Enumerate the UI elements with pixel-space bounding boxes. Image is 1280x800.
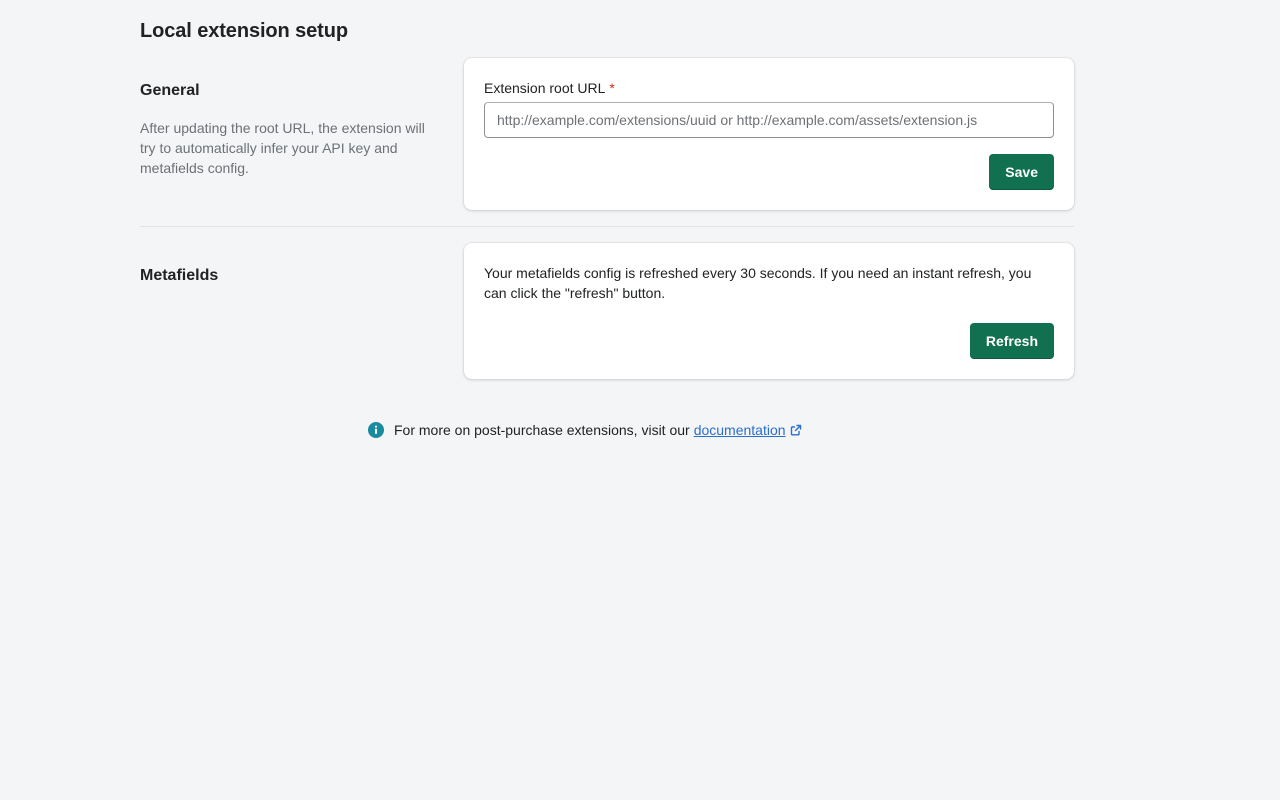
info-circle-icon: [368, 422, 384, 438]
section-divider: [140, 226, 1074, 227]
footer-help: For more on post-purchase extensions, vi…: [368, 422, 802, 438]
documentation-link[interactable]: documentation: [694, 422, 786, 438]
general-description: After updating the root URL, the extensi…: [140, 120, 425, 176]
extension-root-url-input[interactable]: [484, 102, 1054, 138]
general-heading: General: [140, 82, 200, 99]
general-aside: General After updating the root URL, the…: [140, 58, 430, 178]
general-card: Extension root URL* Save: [464, 58, 1074, 210]
metafields-heading: Metafields: [140, 267, 219, 284]
metafields-card: Your metafields config is refreshed ever…: [464, 243, 1074, 379]
page: Local extension setup General After upda…: [0, 0, 1280, 800]
extension-root-url-label: Extension root URL *: [484, 80, 615, 96]
required-marker: *: [609, 80, 615, 96]
metafields-aside: Metafields: [140, 243, 430, 285]
metafields-body-text: Your metafields config is refreshed ever…: [484, 265, 1032, 301]
save-button[interactable]: Save: [989, 154, 1054, 190]
external-link-icon[interactable]: [790, 424, 802, 436]
footer-help-text: For more on post-purchase extensions, vi…: [394, 422, 690, 438]
field-label-text: Extension root URL: [484, 80, 606, 96]
refresh-button[interactable]: Refresh: [969, 323, 1054, 359]
page-title: Local extension setup: [140, 20, 348, 42]
